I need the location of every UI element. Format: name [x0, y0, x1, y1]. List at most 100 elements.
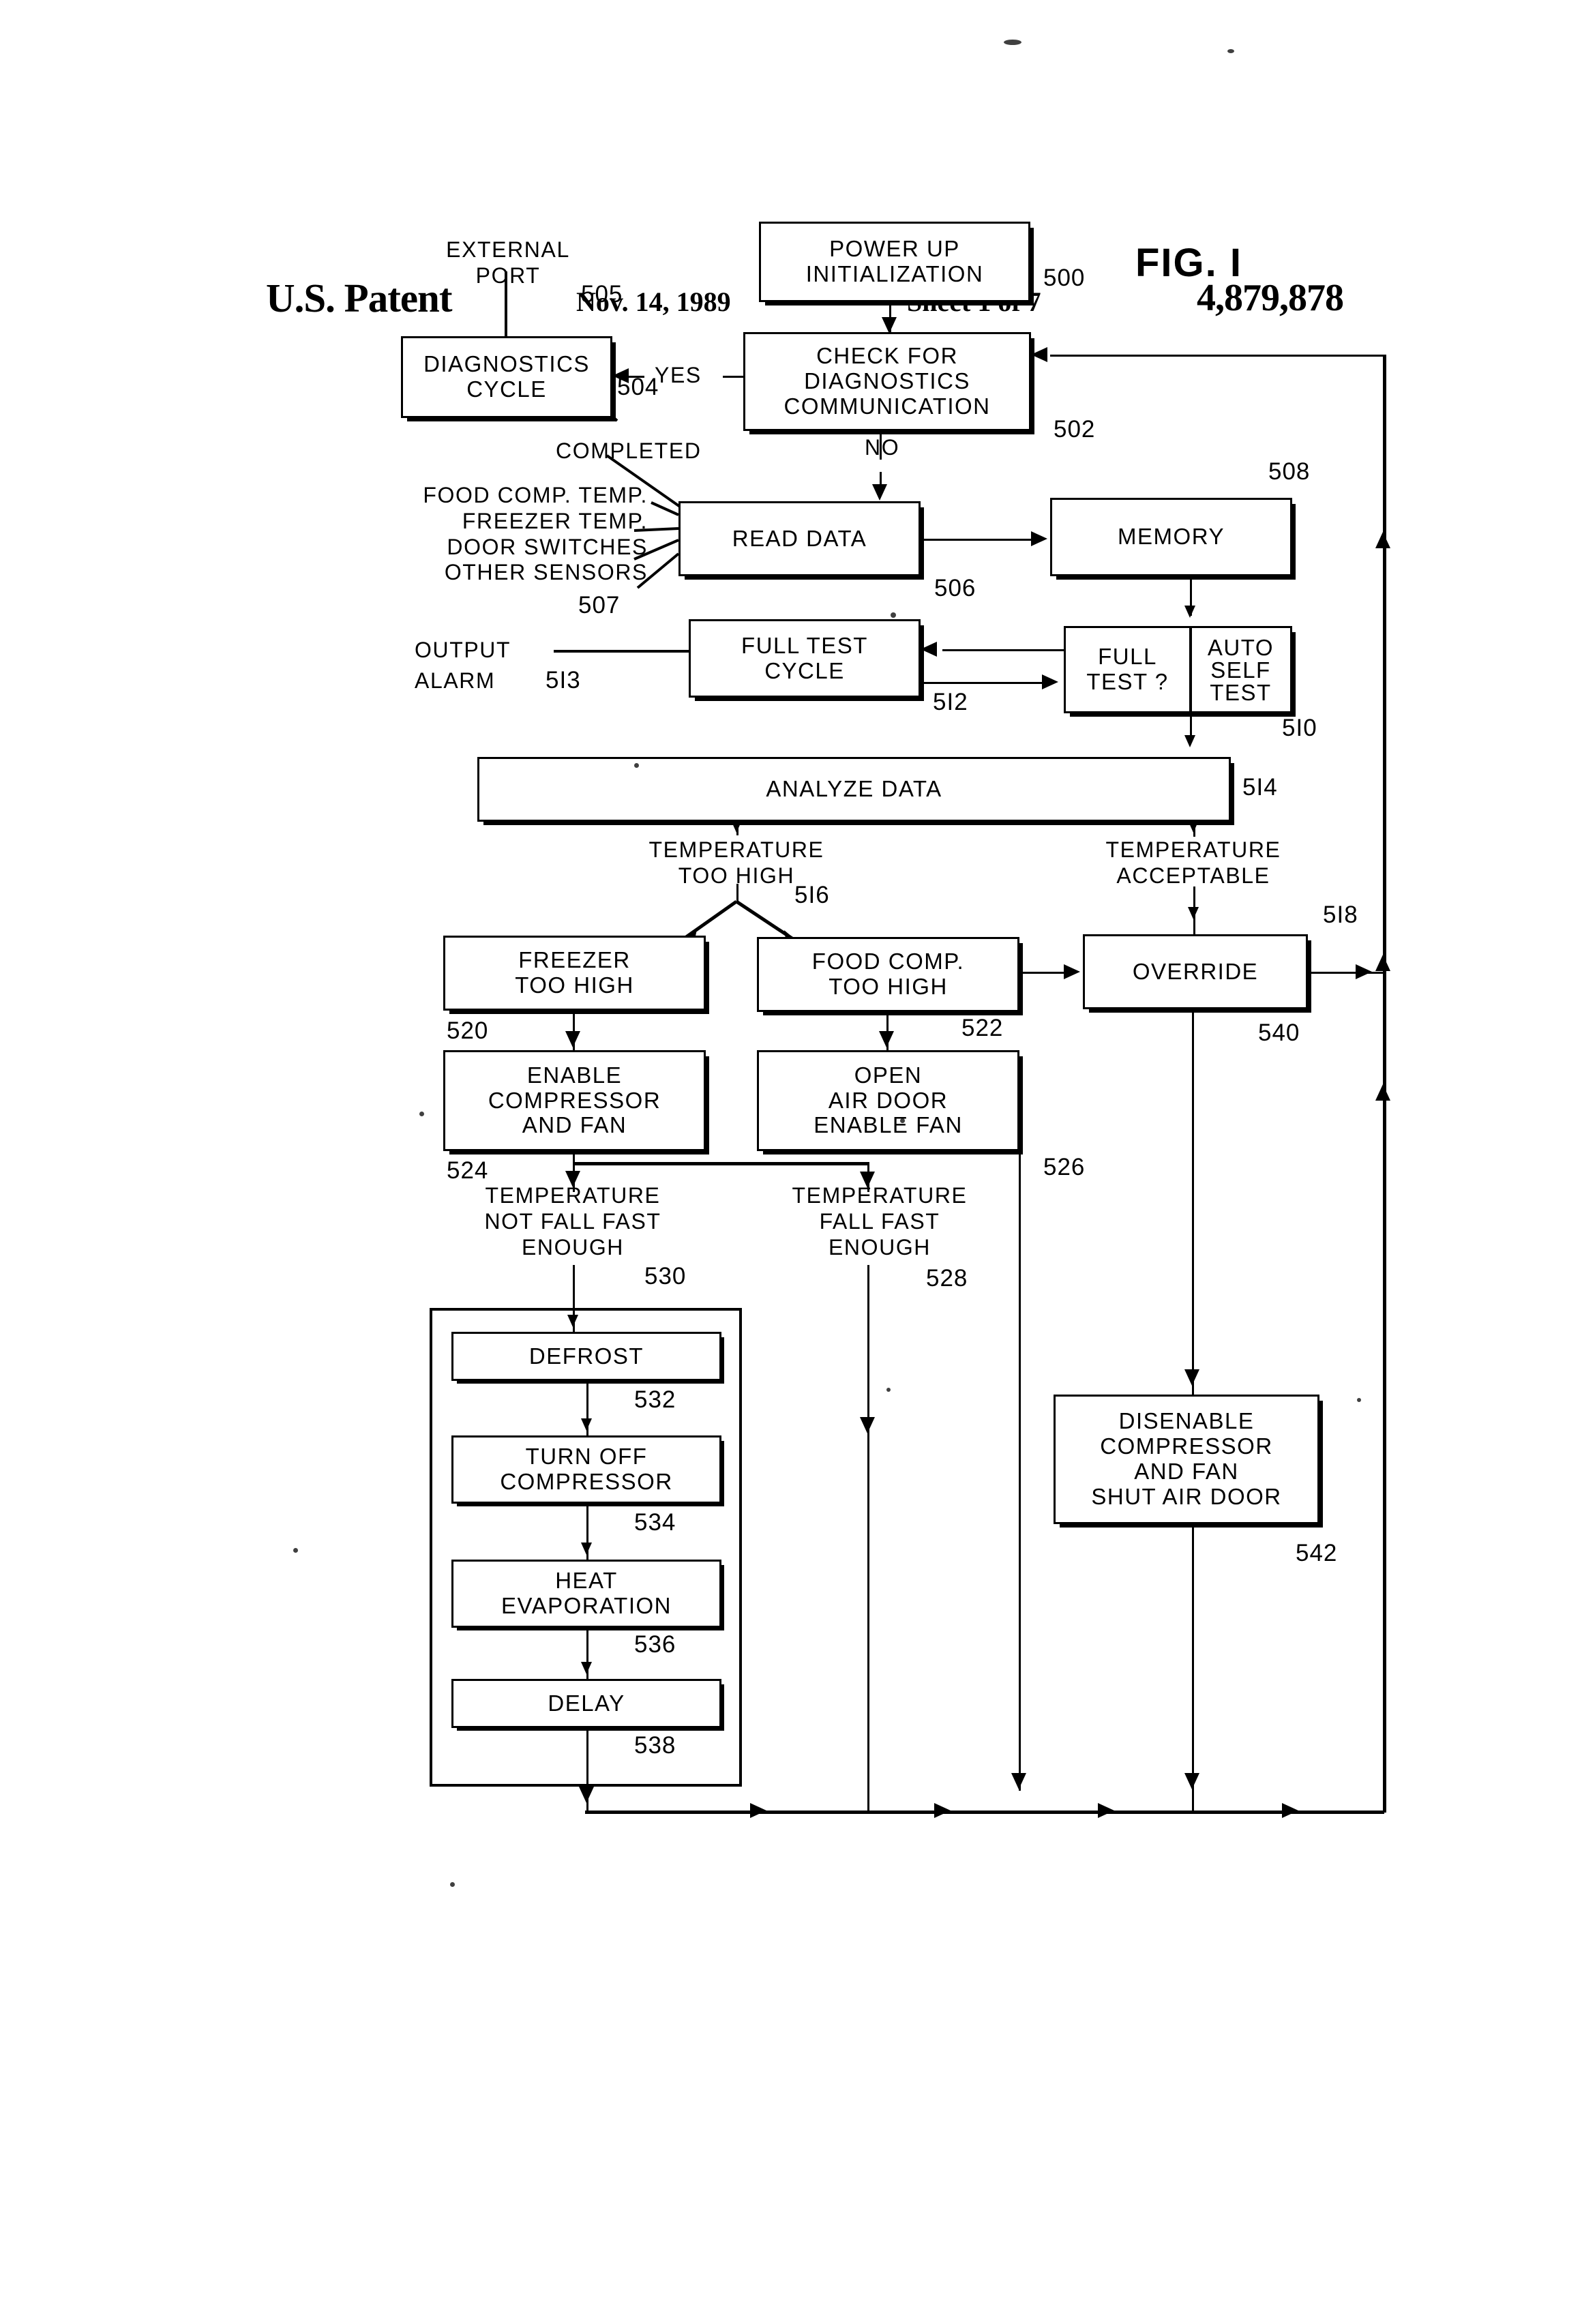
ref-506: 506: [934, 575, 976, 601]
ref-508: 508: [1268, 458, 1311, 485]
analyze-data-label: ANALYZE DATA: [766, 776, 942, 802]
arrow-riser-2: [1375, 1084, 1390, 1101]
arrow-analyze-to-temp-too-high: [731, 820, 742, 833]
open-air-door-line-1: OPEN: [854, 1062, 923, 1088]
heat-evap-line-1: HEAT: [555, 1568, 618, 1594]
arrow-foodcomp-to-override: [1064, 964, 1080, 979]
ref-520: 520: [447, 1017, 489, 1044]
check-line-3: COMMUNICATION: [783, 393, 991, 419]
sensor-line-1: FOOD COMP. TEMP.: [423, 483, 648, 507]
open-air-door-line-2: AIR DOOR: [828, 1087, 949, 1113]
delay-label: DELAY: [548, 1690, 625, 1716]
conn-disenable-to-bottom-bus: [1192, 1524, 1194, 1811]
box-food-comp-too-high: FOOD COMP. TOO HIGH: [757, 937, 1019, 1012]
box-full-test-auto-self-test: FULL TEST ? AUTO SELF TEST: [1064, 626, 1292, 713]
ref-522: 522: [961, 1015, 1004, 1041]
food-comp-too-high-line-2: TOO HIGH: [829, 974, 948, 999]
scan-speck: [293, 1548, 298, 1553]
memory-label: MEMORY: [1118, 524, 1225, 550]
patent-office-title: U.S. Patent: [266, 275, 453, 321]
arrow-disenable-bottom: [1184, 1773, 1199, 1789]
auto-self-test-line-3: TEST: [1210, 679, 1272, 705]
ref-532: 532: [634, 1386, 676, 1413]
sensor-line-4: OTHER SENSORS: [444, 560, 648, 585]
arrow-readdata-to-memory: [1031, 531, 1047, 546]
temp-acceptable-line-2: ACCEPTABLE: [1116, 863, 1270, 888]
ref-505: 505: [581, 281, 623, 308]
ref-513: 5I3: [546, 667, 581, 694]
auto-self-test-line-1: AUTO: [1207, 634, 1274, 660]
label-temperature-not-fall-fast-enough: TEMPERATURE NOT FALL FAST ENOUGH: [426, 1183, 719, 1260]
arrow-defrost-to-turnoff: [581, 1418, 592, 1431]
box-delay: DELAY: [451, 1679, 721, 1728]
scan-speck: [886, 1388, 891, 1392]
box-override: OVERRIDE: [1083, 934, 1308, 1009]
arrow-riser-to-check: [1031, 347, 1047, 362]
label-alarm: ALARM: [415, 668, 496, 693]
temp-fall-line-3: ENOUGH: [828, 1234, 931, 1260]
box-freezer-too-high: FREEZER TOO HIGH: [443, 936, 706, 1011]
scan-speck: [450, 1882, 455, 1887]
box-defrost: DEFROST: [451, 1332, 721, 1381]
label-no: NO: [865, 435, 900, 460]
turn-off-comp-line-1: TURN OFF: [525, 1444, 648, 1470]
arrow-override-to-return-bus: [1356, 964, 1372, 979]
power-up-line-1: POWER UP: [829, 236, 960, 262]
conn-riser-to-check: [1050, 355, 1386, 357]
box-diagnostics-cycle: DIAGNOSTICS CYCLE: [401, 336, 612, 418]
external-port-line-1: EXTERNAL: [446, 237, 570, 262]
box-disenable-compressor-shut-air-door: DISENABLE COMPRESSOR AND FAN SHUT AIR DO…: [1054, 1395, 1319, 1524]
arrow-crosslink-to-fallfast: [860, 1172, 875, 1188]
label-sensor-inputs: FOOD COMP. TEMP. FREEZER TEMP. DOOR SWIT…: [355, 483, 648, 586]
ref-510: 5I0: [1282, 715, 1317, 741]
arrow-analyze-to-temp-acceptable: [1188, 820, 1199, 833]
enable-comp-line-2: COMPRESSOR: [488, 1087, 661, 1113]
ref-540: 540: [1258, 1019, 1300, 1046]
conn-readdata-to-memory: [921, 539, 1035, 541]
arrow-notfall-to-defrost: [567, 1315, 578, 1327]
ref-524: 524: [447, 1157, 489, 1184]
override-label: OVERRIDE: [1132, 958, 1259, 984]
sensor-line-2: FREEZER TEMP.: [462, 508, 648, 533]
box-memory: MEMORY: [1050, 498, 1292, 576]
ref-528: 528: [926, 1265, 968, 1292]
temp-acceptable-line-1: TEMPERATURE: [1105, 837, 1281, 862]
box-read-data: READ DATA: [678, 501, 921, 576]
box-full-test-cycle: FULL TEST CYCLE: [689, 619, 921, 698]
ref-500: 500: [1043, 265, 1086, 291]
scan-speck: [1227, 49, 1234, 53]
box-check-diagnostics-communication: CHECK FOR DIAGNOSTICS COMMUNICATION: [743, 332, 1031, 431]
label-temperature-acceptable: TEMPERATURE ACCEPTABLE: [1057, 837, 1330, 889]
food-comp-too-high-line-1: FOOD COMP.: [811, 949, 965, 974]
ref-538: 538: [634, 1732, 676, 1759]
open-air-door-line-3: ENABLE FAN: [814, 1112, 963, 1138]
read-data-label: READ DATA: [732, 525, 867, 551]
label-temperature-too-high: TEMPERATURE TOO HIGH: [600, 837, 873, 889]
check-line-2: DIAGNOSTICS: [804, 368, 970, 394]
scan-speck: [900, 1118, 905, 1123]
arrow-openairdoor-bottom: [1011, 1773, 1026, 1789]
arrow-powerup-to-check: [882, 317, 897, 333]
arrow-riser-1: [1375, 955, 1390, 971]
ref-507: 507: [578, 592, 621, 619]
temp-not-fall-line-2: NOT FALL FAST: [484, 1208, 661, 1234]
enable-comp-line-3: AND FAN: [522, 1112, 627, 1138]
ref-516: 5I6: [794, 882, 830, 908]
check-line-1: CHECK FOR: [816, 343, 958, 369]
conn-check-yes-left: [723, 376, 745, 378]
patent-header: U.S. Patent Nov. 14, 1989 Sheet 1 of 7 4…: [0, 140, 1582, 321]
label-completed: COMPLETED: [556, 438, 702, 463]
scan-speck: [634, 763, 639, 768]
label-temperature-fall-fast-enough: TEMPERATURE FALL FAST ENOUGH: [743, 1183, 1016, 1260]
conn-temp-too-high-stem: [736, 884, 738, 903]
auto-self-test-line-2: SELF: [1210, 657, 1271, 683]
label-output: OUTPUT: [415, 638, 511, 662]
temp-not-fall-line-3: ENOUGH: [521, 1234, 625, 1260]
box-turn-off-compressor: TURN OFF COMPRESSOR: [451, 1435, 721, 1504]
external-port-line-2: PORT: [475, 263, 541, 288]
sensor-line-3: DOOR SWITCHES: [447, 534, 648, 559]
scan-speck: [419, 1112, 424, 1116]
temp-fall-line-1: TEMPERATURE: [792, 1183, 968, 1208]
arrow-bus-1: [750, 1803, 766, 1818]
ref-512: 5I2: [933, 689, 968, 715]
